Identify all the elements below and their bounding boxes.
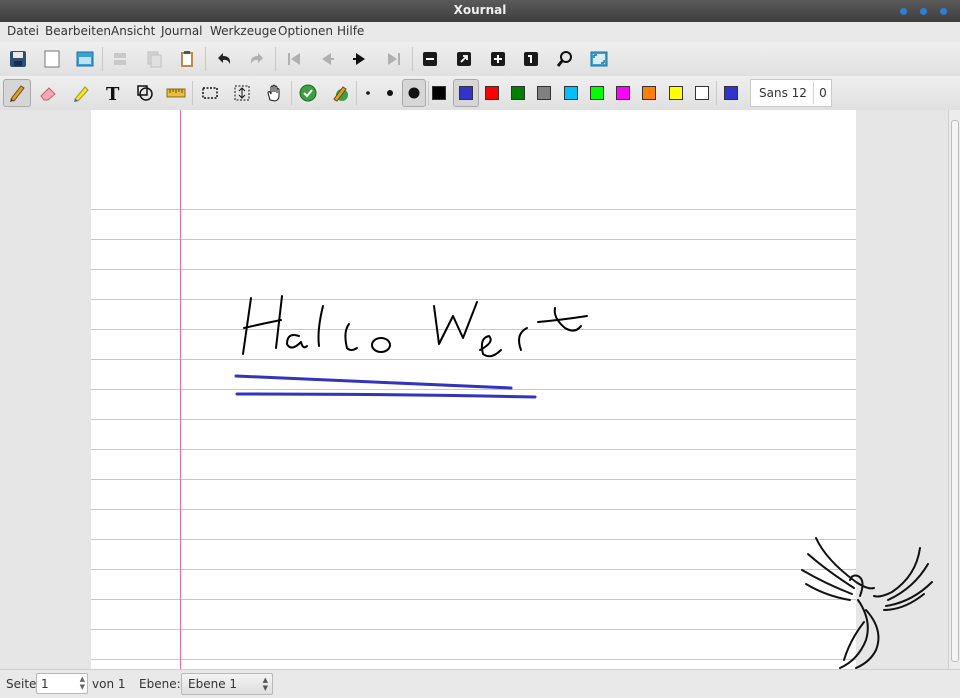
thickness-thin-icon[interactable] — [357, 80, 379, 106]
page-label: Seite — [6, 677, 37, 691]
thickness-medium-icon[interactable] — [379, 80, 401, 106]
select-rect-icon[interactable] — [197, 80, 223, 106]
color-blue[interactable] — [459, 86, 473, 100]
color-light-green[interactable] — [590, 86, 604, 100]
text-icon[interactable]: T — [100, 80, 126, 106]
prev-page-icon[interactable] — [314, 46, 340, 72]
color-custom[interactable] — [724, 86, 738, 100]
menu-datei[interactable]: Datei — [7, 24, 39, 38]
color-orange[interactable] — [642, 86, 656, 100]
layer-label: Ebene: — [139, 677, 181, 691]
cut-icon[interactable] — [107, 46, 133, 72]
page-count-label: von 1 — [92, 677, 126, 691]
layer-value: Ebene 1 — [188, 677, 238, 691]
last-page-icon[interactable] — [381, 46, 407, 72]
close-button[interactable] — [940, 8, 947, 15]
zoom-fit-icon[interactable] — [451, 46, 477, 72]
fullscreen-icon[interactable] — [586, 46, 612, 72]
ruler-icon[interactable] — [163, 80, 189, 106]
journal-page[interactable] — [91, 110, 856, 670]
page-number-spinner[interactable]: 1 ▲ ▼ — [36, 673, 88, 694]
color-light-blue[interactable] — [564, 86, 578, 100]
zoom-set-icon[interactable] — [552, 46, 578, 72]
svg-text:T: T — [106, 84, 120, 103]
toolbar-separator — [716, 81, 717, 105]
menu-bar: Datei Bearbeiten Ansicht Journal Werkzeu… — [0, 22, 960, 42]
highlighter-icon[interactable] — [68, 80, 94, 106]
spinner-arrows-icon[interactable]: ▲ ▼ — [80, 675, 85, 691]
maximize-button[interactable] — [920, 8, 927, 15]
color-white[interactable] — [695, 86, 709, 100]
default-tool-icon[interactable] — [295, 80, 321, 106]
color-yellow[interactable] — [669, 86, 683, 100]
zoom-out-icon[interactable] — [417, 46, 443, 72]
layer-combo[interactable]: Ebene 1 ▲ ▼ — [181, 673, 273, 695]
font-size: 0 — [813, 82, 832, 104]
shape-recognizer-icon[interactable] — [132, 80, 158, 106]
font-name: Sans 12 — [759, 86, 807, 100]
menu-hilfe[interactable]: Hilfe — [337, 24, 364, 38]
new-page-icon[interactable] — [39, 46, 65, 72]
color-green[interactable] — [511, 86, 525, 100]
save-icon[interactable] — [5, 46, 31, 72]
toolbar-separator — [275, 47, 276, 71]
minimize-button[interactable] — [900, 8, 907, 15]
toolbar-separator — [192, 81, 193, 105]
toolbar-separator — [412, 47, 413, 71]
color-magenta[interactable] — [616, 86, 630, 100]
paste-icon[interactable] — [174, 46, 200, 72]
hand-icon[interactable] — [261, 80, 287, 106]
vertical-scrollbar[interactable] — [948, 110, 960, 670]
fullscreen-page-icon[interactable] — [72, 46, 98, 72]
eraser-icon[interactable] — [35, 80, 61, 106]
combo-arrows-icon: ▲ ▼ — [262, 676, 268, 692]
page-number-value: 1 — [41, 677, 49, 691]
main-toolbar — [0, 42, 960, 77]
handwriting-strokes — [234, 295, 588, 399]
next-page-icon[interactable] — [347, 46, 373, 72]
default-pen-icon[interactable] — [327, 80, 353, 106]
toolbar-separator — [428, 81, 429, 105]
zoom-in-icon[interactable] — [485, 46, 511, 72]
color-black[interactable] — [432, 86, 446, 100]
zoom-100-icon[interactable] — [518, 46, 544, 72]
toolbar-separator — [205, 47, 206, 71]
menu-journal[interactable]: Journal — [161, 24, 203, 38]
toolbar-separator — [291, 81, 292, 105]
tools-toolbar: T Sans 12 0 — [0, 76, 960, 111]
first-page-icon[interactable] — [281, 46, 307, 72]
color-red[interactable] — [485, 86, 499, 100]
scrollbar-thumb[interactable] — [951, 120, 959, 662]
menu-optionen[interactable]: Optionen — [278, 24, 333, 38]
canvas-area[interactable] — [0, 110, 948, 670]
status-bar: Seite 1 ▲ ▼ von 1 Ebene: Ebene 1 ▲ ▼ — [0, 669, 960, 698]
pen-icon[interactable] — [3, 79, 31, 107]
undo-icon[interactable] — [211, 46, 237, 72]
copy-icon[interactable] — [141, 46, 167, 72]
toolbar-separator — [102, 47, 103, 71]
font-selector[interactable]: Sans 12 0 — [750, 79, 832, 107]
menu-werkzeuge[interactable]: Werkzeuge — [210, 24, 277, 38]
menu-bearbeiten[interactable]: Bearbeiten — [45, 24, 111, 38]
menu-ansicht[interactable]: Ansicht — [111, 24, 155, 38]
color-gray[interactable] — [537, 86, 551, 100]
thickness-thick-icon[interactable] — [402, 79, 426, 107]
window-title: Xournal — [453, 3, 507, 17]
redo-icon[interactable] — [244, 46, 270, 72]
vertical-space-icon[interactable] — [229, 80, 255, 106]
phoenix-logo — [801, 537, 933, 669]
title-bar: Xournal — [0, 0, 960, 22]
